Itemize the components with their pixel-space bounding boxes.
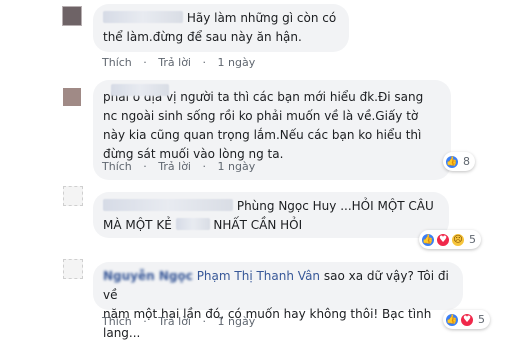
- timestamp[interactable]: 1 ngày: [218, 56, 256, 69]
- reply-link[interactable]: Trả lời: [158, 315, 191, 328]
- comment-bubble: Phùng Ngọc Huy ...HỎI MỘT CÂU MÀ MỘT KẺ …: [93, 192, 449, 238]
- love-icon: ♥: [460, 312, 474, 327]
- reaction-summary[interactable]: 👍 ♥ ☹ 5: [419, 230, 481, 249]
- reply-link[interactable]: Trả lời: [158, 160, 191, 173]
- comment-actions: Thích · Trả lời · 1 ngày: [102, 315, 256, 328]
- mention-link[interactable]: Phùng Ngọc Huy: [237, 199, 337, 213]
- love-icon: ♥: [436, 232, 450, 247]
- like-link[interactable]: Thích: [102, 56, 132, 69]
- sad-icon: ☹: [451, 232, 465, 247]
- like-icon: 👍: [445, 312, 459, 327]
- reaction-summary[interactable]: 👍 ♥ 5: [443, 310, 490, 329]
- like-icon: 👍: [421, 232, 435, 247]
- reaction-summary[interactable]: 👍 8: [443, 152, 475, 171]
- reply-link[interactable]: Trả lời: [158, 56, 191, 69]
- author-name[interactable]: [103, 199, 233, 211]
- reaction-count: 5: [469, 233, 476, 246]
- author-name[interactable]: Nguyễn Ngọc: [103, 269, 193, 283]
- like-link[interactable]: Thích: [102, 160, 132, 173]
- reaction-count: 8: [463, 155, 470, 168]
- comment-actions: Thích · Trả lời · 1 ngày: [102, 160, 256, 173]
- avatar[interactable]: [63, 259, 83, 279]
- avatar[interactable]: [63, 88, 81, 106]
- comment-text-c: NHẤT CẦN HỎI: [209, 218, 303, 232]
- comment-text: phải ở địa vị người ta thì các bạn mới h…: [103, 90, 424, 161]
- comment-text-a: ...HỎI MỘT CÂU: [336, 199, 434, 213]
- like-icon: 👍: [445, 154, 459, 169]
- timestamp[interactable]: 1 ngày: [218, 160, 256, 173]
- comment-text-b: MÀ MỘT KẺ: [103, 218, 176, 232]
- redacted-word: [175, 218, 210, 230]
- author-name[interactable]: [103, 11, 183, 23]
- reaction-count: 5: [478, 313, 485, 326]
- timestamp[interactable]: 1 ngày: [218, 315, 256, 328]
- comment-actions: Thích · Trả lời · 1 ngày: [102, 56, 256, 69]
- comment-bubble: Nguyễn Ngọc Phạm Thị Thanh Vân sao xa dữ…: [93, 262, 463, 340]
- like-link[interactable]: Thích: [102, 315, 132, 328]
- avatar[interactable]: [62, 6, 82, 26]
- avatar[interactable]: [63, 186, 83, 206]
- mention-link[interactable]: Phạm Thị Thanh Vân: [197, 269, 320, 283]
- comment-bubble: Hãy làm những gì còn có thể làm.đừng để …: [93, 4, 349, 52]
- author-name[interactable]: [111, 84, 169, 96]
